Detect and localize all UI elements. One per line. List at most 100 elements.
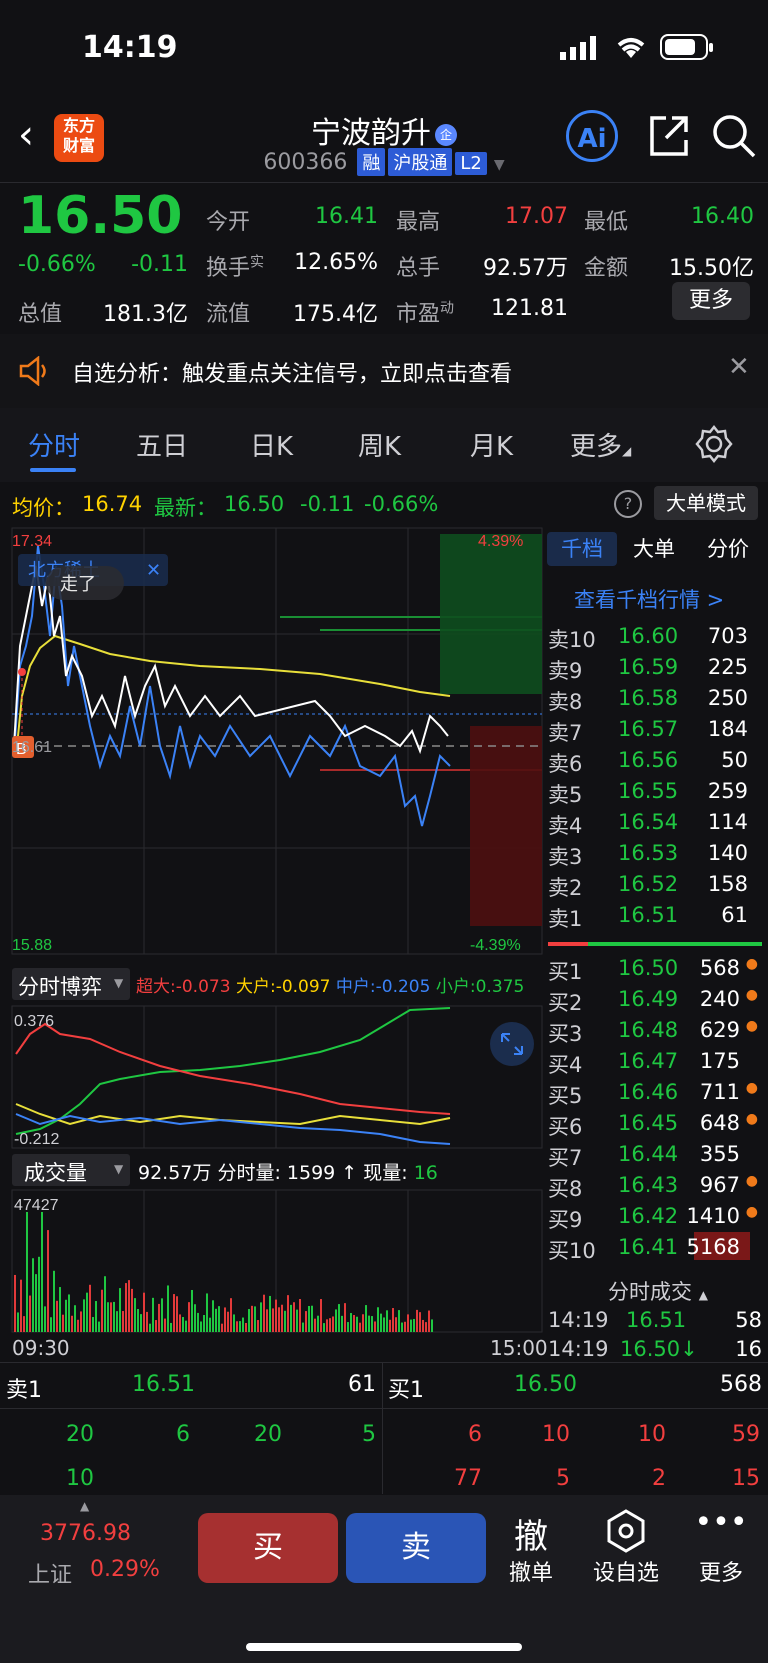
latest-label: 最新： (154, 496, 217, 520)
volume-bar (62, 1314, 64, 1332)
fund-min-label: -0.212 (14, 1131, 59, 1148)
volume-bar (416, 1309, 418, 1332)
depth-link[interactable]: 查看千档行情 > (574, 584, 724, 614)
battery-icon (660, 34, 713, 60)
volume-bar (107, 1302, 109, 1332)
volume-label: 总手 (396, 256, 441, 281)
latest-change: -0.11 (300, 492, 355, 516)
tab-depth[interactable]: 千档 (547, 532, 617, 566)
volume-bar (386, 1310, 388, 1332)
volume-bar (260, 1302, 262, 1332)
volume-bar (41, 1212, 43, 1332)
float-value: 175.4亿 (293, 302, 378, 327)
depth-bars (280, 534, 542, 926)
more-dots-icon[interactable]: ••• (676, 1505, 766, 1540)
volume-bar (314, 1318, 316, 1332)
y-max-label: 17.34 (12, 533, 52, 550)
index-value[interactable]: 3776.98 (40, 1521, 131, 1546)
buy-button[interactable]: 买 (198, 1513, 338, 1583)
bigorder-mode-button[interactable]: 大单模式 (654, 486, 758, 520)
share-icon[interactable] (646, 114, 690, 158)
wifi-icon (617, 38, 645, 58)
chevron-down-icon: ▼ (493, 157, 505, 173)
fund-flow-chart[interactable]: 0.376 -0.212 (0, 1004, 545, 1150)
volume-bar (17, 1312, 19, 1332)
index-pct[interactable]: 0.29% (90, 1557, 160, 1582)
sell-button[interactable]: 卖 (346, 1513, 486, 1583)
tab-intraday[interactable]: 分时 (28, 426, 80, 463)
volume-bar (368, 1315, 370, 1332)
more-quote-button[interactable]: 更多 (672, 282, 750, 320)
mktcap-label: 总值 (18, 302, 63, 327)
search-icon[interactable] (710, 112, 758, 160)
volume-bar (122, 1311, 124, 1332)
volume-bar (311, 1305, 313, 1332)
volume-bar (164, 1318, 166, 1332)
volume-bar (380, 1313, 382, 1332)
volume-bar (431, 1319, 433, 1332)
tab-weekly[interactable]: 周K (358, 426, 401, 463)
volume-bar (428, 1310, 430, 1332)
tab-monthly[interactable]: 月K (470, 426, 513, 463)
tab-more[interactable]: 更多◢ (570, 426, 631, 463)
tab-bigorder[interactable]: 大单 (633, 532, 675, 566)
volume-selector[interactable]: 成交量 ▼ (12, 1154, 130, 1186)
volume-bar (212, 1300, 214, 1332)
amount-label: 金额 (584, 256, 629, 281)
cancel-order-label[interactable]: 撤单 (486, 1555, 576, 1587)
volume-bar (20, 1279, 22, 1332)
index-name[interactable]: 上证 (28, 1557, 72, 1589)
volume-bar (197, 1312, 199, 1332)
volume-bar (332, 1316, 334, 1332)
volume-bar (281, 1304, 283, 1332)
intraday-chart[interactable]: B 17.34 15.88 4.39% -4.39% 16.61 北方稀土 ✕ … (0, 526, 545, 956)
notice-bar[interactable]: 自选分析：触发重点关注信号，立即点击查看 ✕ (0, 334, 768, 408)
volume-bar (257, 1320, 259, 1332)
volume-bar (302, 1322, 304, 1332)
hexagon-watchlist-icon[interactable] (606, 1509, 646, 1553)
toast-text: 走了 (60, 574, 96, 595)
volume-bar (173, 1294, 175, 1332)
volume-bar (317, 1315, 319, 1332)
tab-5day[interactable]: 五日 (136, 426, 188, 463)
home-indicator (246, 1643, 522, 1651)
close-icon[interactable]: ✕ (728, 352, 750, 382)
enterprise-badge: 企 (435, 123, 457, 146)
avg-price-line (15, 634, 451, 757)
volume-bar (194, 1304, 196, 1332)
volume-bar (116, 1311, 118, 1332)
tab-price-dist[interactable]: 分价 (707, 532, 749, 566)
stock-header: ‹ 东方 财富 宁波韵升企 600366 融沪股通 L2 ▼ Ai (0, 100, 768, 182)
volume-bar (227, 1311, 229, 1332)
volume-bar (326, 1319, 328, 1332)
tab-daily[interactable]: 日K (250, 426, 293, 463)
volume-bar (209, 1317, 211, 1332)
fund-flow-selector[interactable]: 分时博弈 ▼ (12, 968, 130, 1000)
tag-connect: 沪股通 (388, 148, 453, 176)
ai-button[interactable]: Ai (566, 110, 618, 162)
volume-bar (410, 1319, 412, 1332)
volume-chart[interactable]: 47427 (0, 1188, 545, 1334)
volume-bar (272, 1308, 274, 1332)
volume-bar (113, 1301, 115, 1332)
volume-bar (125, 1283, 127, 1332)
volume-bar (47, 1230, 49, 1332)
volume-bar (167, 1285, 169, 1332)
add-watchlist-label[interactable]: 设自选 (581, 1555, 671, 1587)
cancel-order-icon[interactable]: 撤 (486, 1509, 576, 1558)
gear-icon[interactable] (694, 424, 734, 464)
close-icon[interactable]: ✕ (146, 560, 161, 581)
tag-margin: 融 (357, 148, 386, 176)
volume-bar (347, 1322, 349, 1332)
more-label[interactable]: 更多 (676, 1555, 766, 1587)
volume-bar (134, 1298, 136, 1332)
expand-icon[interactable] (490, 1022, 534, 1066)
avg-label: 均价： (12, 496, 75, 520)
volume-bar (65, 1299, 67, 1332)
quote-panel: 16.50 -0.66% -0.11 今开 16.41 最高 17.07 最低 … (0, 182, 768, 334)
high-label: 最高 (396, 210, 441, 235)
volume-bar (14, 1274, 16, 1332)
volume-bar (344, 1303, 346, 1332)
super-large-line (15, 1022, 451, 1115)
help-icon[interactable]: ? (614, 490, 642, 518)
